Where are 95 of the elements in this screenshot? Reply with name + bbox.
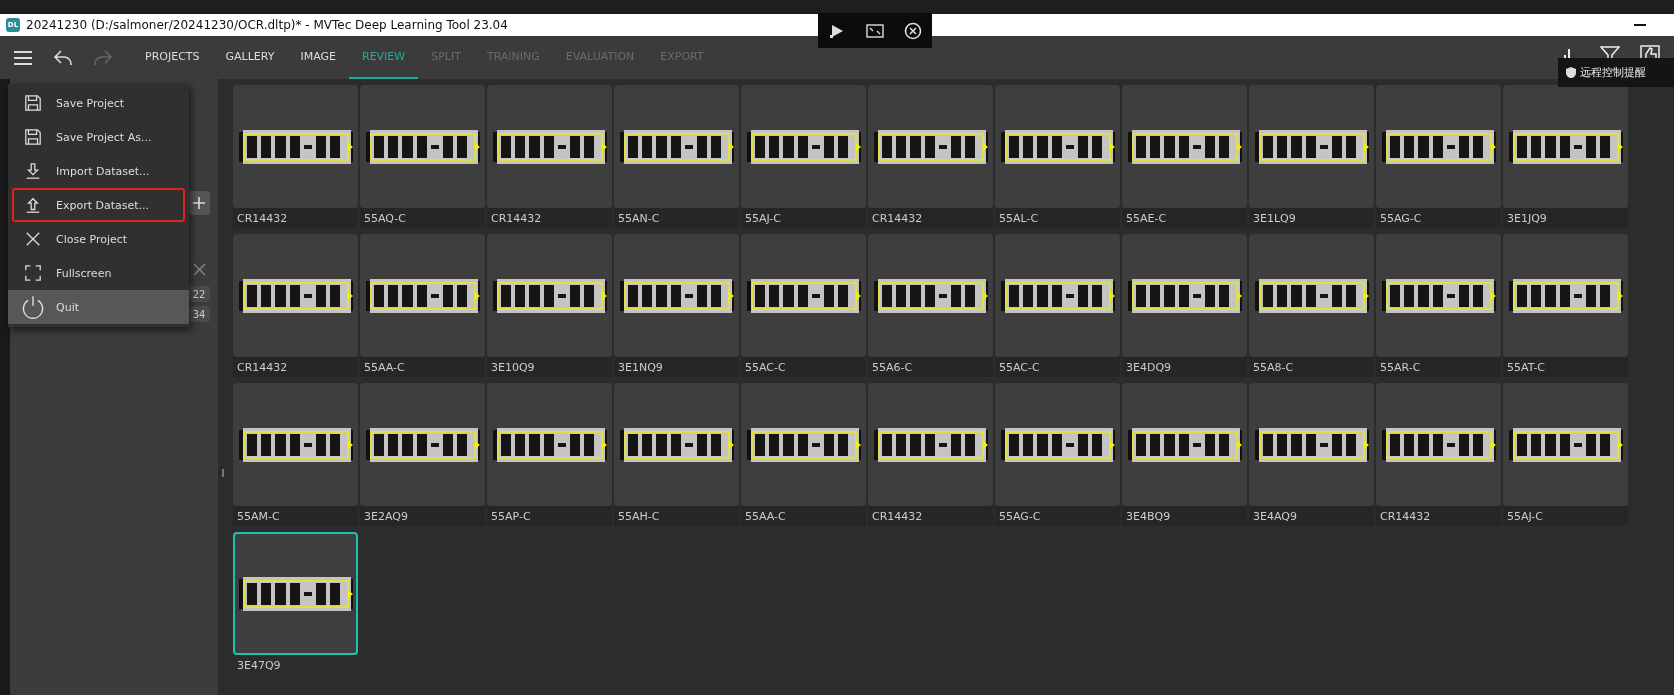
window-title: 20241230 (D:/salmoner/20241230/OCR.dltp)* - MVTec Deep Learning Tool 23.04 bbox=[26, 18, 508, 32]
thumbnail-label: 3E2AQ9 bbox=[360, 506, 485, 526]
image-thumbnail[interactable] bbox=[741, 85, 866, 208]
count-badge: 22 bbox=[188, 286, 210, 302]
image-thumbnail[interactable] bbox=[487, 383, 612, 506]
thumbnail-label: 3E1NQ9 bbox=[614, 357, 739, 377]
image-thumbnail[interactable] bbox=[995, 383, 1120, 506]
thumbnail-label: CR14432 bbox=[487, 208, 612, 228]
thumbnail-label: 3E1LQ9 bbox=[1249, 208, 1374, 228]
download-icon bbox=[24, 162, 42, 180]
floppy-disk-icon bbox=[24, 128, 42, 146]
resize-handle[interactable] bbox=[222, 469, 224, 477]
thumbnail-label: 3E4DQ9 bbox=[1122, 357, 1247, 377]
thumbnail-label: 55AH-C bbox=[614, 506, 739, 526]
menu-item[interactable]: Fullscreen bbox=[12, 256, 185, 290]
menu-item[interactable]: Import Dataset... bbox=[12, 154, 185, 188]
power-icon bbox=[21, 295, 45, 319]
upload-icon bbox=[24, 196, 42, 214]
thumbnail-label: 55A8-C bbox=[1249, 357, 1374, 377]
image-thumbnail[interactable] bbox=[614, 234, 739, 357]
image-thumbnail[interactable] bbox=[1122, 383, 1247, 506]
thumbnail-label: 55AJ-C bbox=[741, 208, 866, 228]
image-thumbnail[interactable] bbox=[233, 383, 358, 506]
image-thumbnail[interactable] bbox=[868, 383, 993, 506]
image-thumbnail[interactable] bbox=[487, 85, 612, 208]
image-thumbnail[interactable] bbox=[614, 383, 739, 506]
thumbnail-label: CR14432 bbox=[868, 208, 993, 228]
thumbnail-label: 55AL-C bbox=[995, 208, 1120, 228]
image-thumbnail[interactable] bbox=[233, 85, 358, 208]
floppy-disk-icon bbox=[24, 94, 42, 112]
menu-item[interactable]: Quit bbox=[8, 290, 189, 324]
thumbnail-label: 55AJ-C bbox=[1503, 506, 1628, 526]
thumbnail-label: 3E4BQ9 bbox=[1122, 506, 1247, 526]
image-thumbnail[interactable] bbox=[487, 234, 612, 357]
menu-item[interactable]: Save Project As... bbox=[12, 120, 185, 154]
thumbnail-label: 3E1JQ9 bbox=[1503, 208, 1628, 228]
thumbnail-label: 55AA-C bbox=[360, 357, 485, 377]
nav-tab[interactable]: PROJECTS bbox=[132, 36, 213, 79]
image-thumbnail[interactable] bbox=[995, 234, 1120, 357]
thumbnail-label: CR14432 bbox=[233, 208, 358, 228]
resize-icon[interactable] bbox=[866, 21, 884, 40]
thumbnail-label: 55AA-C bbox=[741, 506, 866, 526]
menu-item[interactable]: Export Dataset... bbox=[12, 188, 185, 222]
thumbnail-label: 55AC-C bbox=[995, 357, 1120, 377]
nav-tab[interactable]: REVIEW bbox=[349, 36, 419, 79]
image-thumbnail[interactable] bbox=[1376, 234, 1501, 357]
thumbnail-label: 55AN-C bbox=[614, 208, 739, 228]
image-thumbnail[interactable] bbox=[1376, 383, 1501, 506]
thumbnail-label: 55AG-C bbox=[995, 506, 1120, 526]
image-thumbnail[interactable] bbox=[1249, 383, 1374, 506]
fullscreen-icon bbox=[24, 264, 42, 282]
image-thumbnail[interactable] bbox=[1503, 85, 1628, 208]
thumbnail-label: CR14432 bbox=[1376, 506, 1501, 526]
thumbnail-label: 55AP-C bbox=[487, 506, 612, 526]
image-thumbnail[interactable] bbox=[360, 383, 485, 506]
thumbnail-label: 55AE-C bbox=[1122, 208, 1247, 228]
image-thumbnail[interactable] bbox=[233, 532, 358, 655]
plus-icon bbox=[192, 196, 206, 210]
thumbnail-label: 3E4AQ9 bbox=[1249, 506, 1374, 526]
image-thumbnail[interactable] bbox=[741, 383, 866, 506]
image-thumbnail[interactable] bbox=[360, 85, 485, 208]
count-badge: 34 bbox=[188, 306, 210, 322]
image-thumbnail[interactable] bbox=[868, 234, 993, 357]
menu-item[interactable]: Close Project bbox=[12, 222, 185, 256]
image-thumbnail[interactable] bbox=[1376, 85, 1501, 208]
thumbnail-label: 55AG-C bbox=[1376, 208, 1501, 228]
add-button[interactable] bbox=[188, 191, 210, 215]
thumbnail-label: 55AT-C bbox=[1503, 357, 1628, 377]
thumbnail-label: 3E10Q9 bbox=[487, 357, 612, 377]
close-icon bbox=[24, 230, 42, 248]
thumbnail-label: 55AM-C bbox=[233, 506, 358, 526]
nav-tab[interactable]: IMAGE bbox=[287, 36, 349, 79]
thumbnail-label: 55AC-C bbox=[741, 357, 866, 377]
shield-icon bbox=[1566, 67, 1576, 78]
image-thumbnail[interactable] bbox=[868, 85, 993, 208]
image-thumbnail[interactable] bbox=[614, 85, 739, 208]
thumbnail-label: CR14432 bbox=[868, 506, 993, 526]
thumbnail-label: 55AQ-C bbox=[360, 208, 485, 228]
image-thumbnail[interactable] bbox=[1249, 85, 1374, 208]
menu-item[interactable]: Save Project bbox=[12, 86, 185, 120]
image-thumbnail[interactable] bbox=[995, 85, 1120, 208]
image-thumbnail[interactable] bbox=[1122, 85, 1247, 208]
image-thumbnail[interactable] bbox=[1249, 234, 1374, 357]
thumbnail-label: 55AR-C bbox=[1376, 357, 1501, 377]
image-thumbnail[interactable] bbox=[360, 234, 485, 357]
image-thumbnail[interactable] bbox=[741, 234, 866, 357]
notification-text: 远程控制提醒 bbox=[1580, 65, 1646, 80]
thumbnail-label: 3E47Q9 bbox=[236, 657, 282, 674]
image-thumbnail[interactable] bbox=[233, 234, 358, 357]
image-thumbnail[interactable] bbox=[1503, 383, 1628, 506]
thumbnail-label: 55A6-C bbox=[868, 357, 993, 377]
image-thumbnail[interactable] bbox=[1122, 234, 1247, 357]
image-thumbnail[interactable] bbox=[1503, 234, 1628, 357]
thumbnail-label: CR14432 bbox=[233, 357, 358, 377]
nav-tab[interactable]: GALLERY bbox=[212, 36, 288, 79]
